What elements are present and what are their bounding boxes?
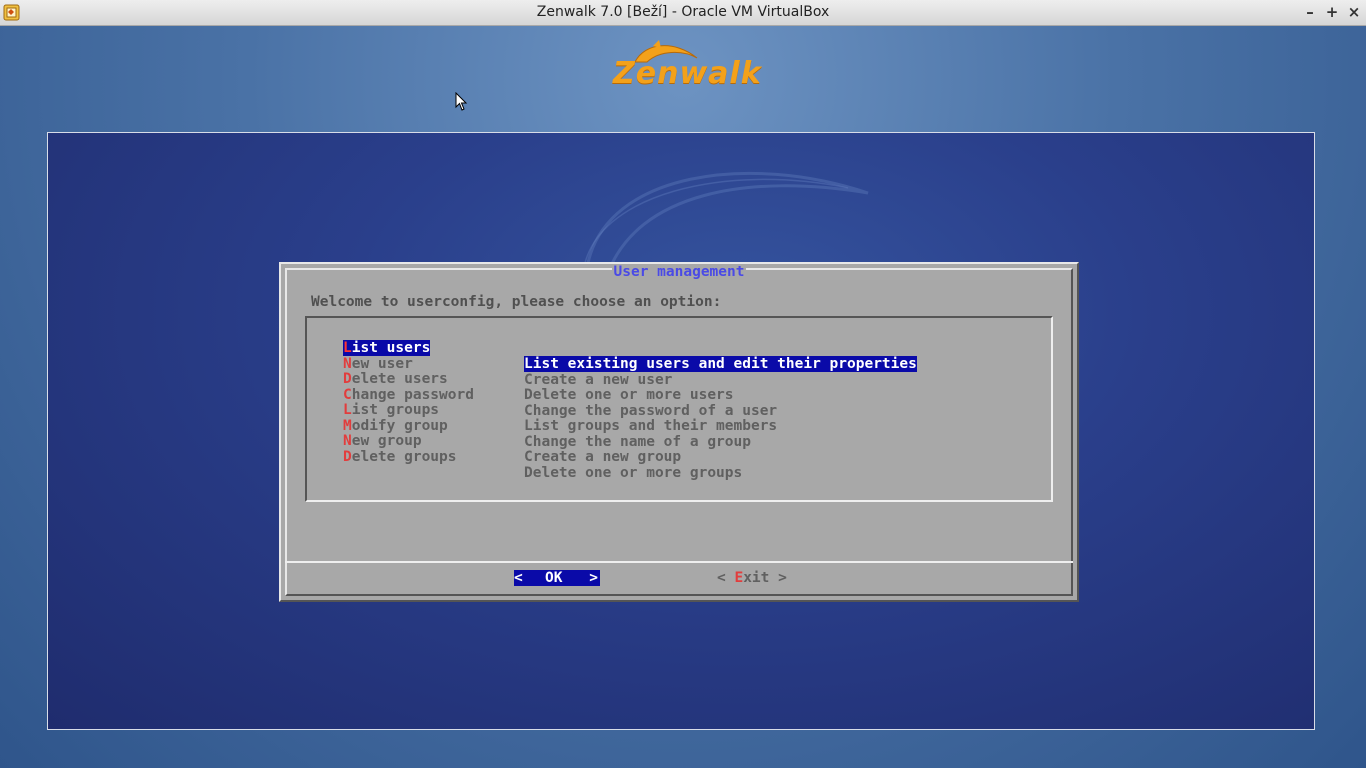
menu-item-description: Create a new user (524, 372, 673, 388)
hotkey: D (343, 449, 352, 465)
bracket-right: > (589, 570, 598, 586)
tag-text: elete groups (351, 449, 457, 465)
vm-guest-screen[interactable]: User management Welcome to userconfig, p… (47, 132, 1315, 730)
window-titlebar[interactable]: Zenwalk 7.0 [Beží] - Oracle VM VirtualBo… (0, 0, 1366, 26)
minimize-button[interactable]: – (1301, 3, 1319, 21)
mouse-cursor-icon (455, 92, 468, 111)
menu-item-description: Create a new group (524, 449, 682, 465)
menu-item-description: Delete one or more users (524, 387, 734, 403)
menu-item-list-users[interactable]: List users List existing users and edit … (343, 324, 917, 372)
zenwalk-logo: Zenwalk (605, 40, 765, 92)
hotkey: E (734, 570, 744, 586)
menu-item-description: List existing users and edit their prope… (524, 356, 917, 372)
dialog-title-text: User management (611, 264, 747, 280)
menu-item-delete-groups[interactable]: Delete groups Delete one or more groups (343, 433, 742, 481)
menu-item-new-user[interactable]: New user Create a new user (343, 340, 672, 388)
maximize-button[interactable]: + (1323, 3, 1341, 21)
menu-item-delete-users[interactable]: Delete users Delete one or more users (343, 355, 734, 403)
menu-item-list-groups[interactable]: List groups List groups and their member… (343, 386, 777, 434)
menu-item-description: Change the password of a user (524, 403, 778, 419)
bracket-left: < (514, 570, 523, 586)
button-separator (285, 561, 1073, 563)
menu-item-description: Delete one or more groups (524, 465, 743, 481)
menu-item-modify-group[interactable]: Modify group Change the name of a group (343, 402, 751, 450)
ok-button[interactable]: < OK > (514, 570, 600, 586)
close-button[interactable]: × (1345, 3, 1363, 21)
dialog-prompt: Welcome to userconfig, please choose an … (311, 294, 722, 310)
exit-label: xit (743, 570, 770, 586)
menu-item-new-group[interactable]: New group Create a new group (343, 417, 681, 465)
bracket-right: > (778, 570, 787, 586)
menu-item-description: Change the name of a group (524, 434, 751, 450)
menu-list: List users List existing users and edit … (305, 316, 1053, 502)
menu-item-change-password[interactable]: Change password Change the password of a… (343, 371, 777, 419)
dialog-title: User management (281, 264, 1077, 280)
window-title: Zenwalk 7.0 [Beží] - Oracle VM VirtualBo… (536, 4, 830, 20)
bracket-left: < (717, 570, 726, 586)
user-management-dialog: User management Welcome to userconfig, p… (279, 262, 1079, 602)
ok-label: OK (545, 570, 563, 586)
exit-button[interactable]: < Exit > (717, 570, 787, 586)
logo-text: Zenwalk (613, 56, 762, 91)
menu-item-description: List groups and their members (524, 418, 778, 434)
menu-item-tag: Delete groups (343, 449, 457, 465)
